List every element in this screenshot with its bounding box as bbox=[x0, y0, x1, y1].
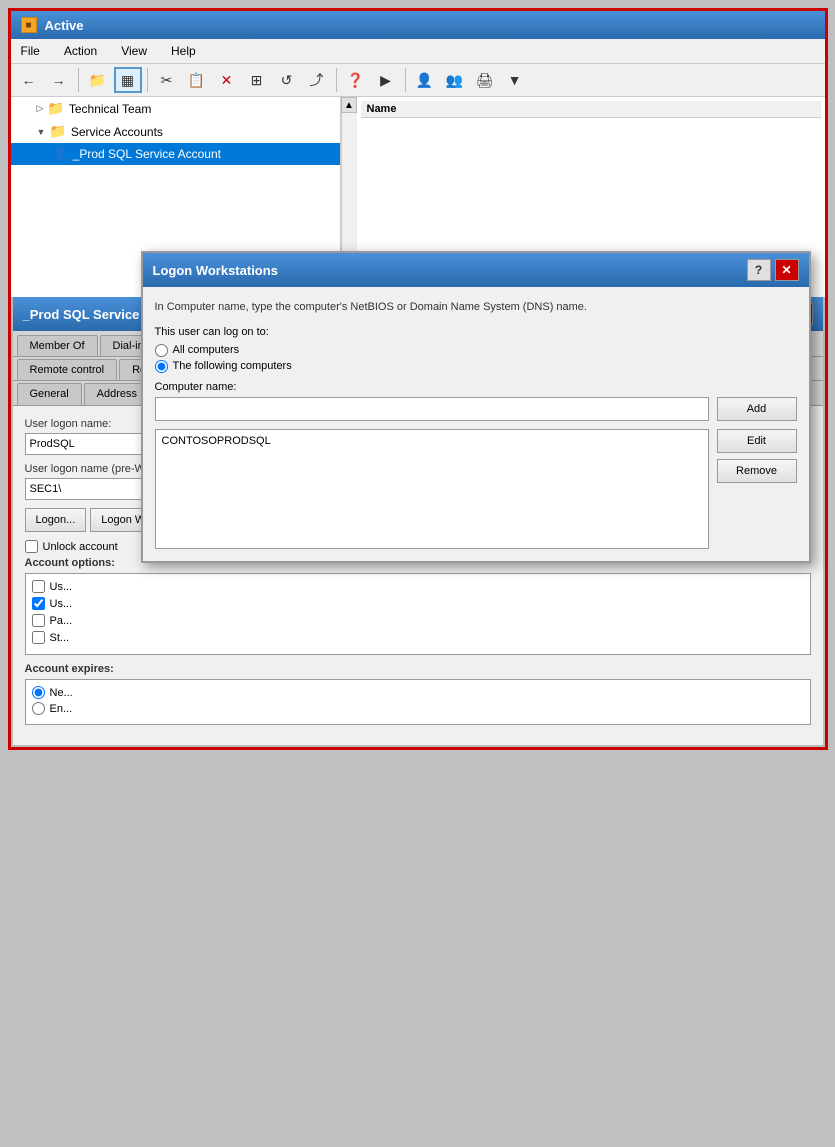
user-button[interactable]: 👤 bbox=[411, 67, 439, 93]
toolbar-sep-3 bbox=[336, 68, 337, 92]
logon-hours-button[interactable]: Logon... bbox=[25, 508, 87, 532]
account-expires-box: Ne... En... bbox=[25, 679, 811, 725]
option-label-1: Us... bbox=[50, 598, 73, 610]
new-folder-button[interactable]: 📁 bbox=[84, 67, 112, 93]
menu-help[interactable]: Help bbox=[167, 42, 200, 60]
properties-button[interactable]: ⊞ bbox=[243, 67, 271, 93]
toolbar-sep-4 bbox=[405, 68, 406, 92]
option-row-3: St... bbox=[32, 631, 804, 644]
export-button[interactable]: ⤴ bbox=[303, 67, 331, 93]
print-button[interactable]: 🖨 bbox=[471, 67, 499, 93]
copy-button[interactable]: 📋 bbox=[183, 67, 211, 93]
filter-button[interactable]: ▼ bbox=[501, 67, 529, 93]
computers-list-box[interactable]: CONTOSOPRODSQL bbox=[155, 429, 709, 549]
logon-dialog-body: In Computer name, type the computer's Ne… bbox=[143, 287, 809, 561]
list-action-buttons: Edit Remove bbox=[717, 429, 797, 549]
option-row-0: Us... bbox=[32, 580, 804, 593]
computer-list-item[interactable]: CONTOSOPRODSQL bbox=[160, 434, 704, 448]
app-title: Active bbox=[45, 18, 84, 33]
folder-icon-technical: 📁 bbox=[47, 100, 64, 117]
tree-label-prod-sql: _Prod SQL Service Account bbox=[73, 147, 221, 161]
logon-dialog-controls: ? ✕ bbox=[747, 259, 799, 281]
expires-never-label: Ne... bbox=[50, 687, 73, 699]
forward-button[interactable]: → bbox=[45, 67, 73, 93]
computer-name-row: Add bbox=[155, 397, 797, 421]
tab-remote-control[interactable]: Remote control bbox=[17, 359, 118, 380]
all-computers-label: All computers bbox=[173, 344, 240, 356]
delete-button[interactable]: ✕ bbox=[213, 67, 241, 93]
unlock-checkbox[interactable] bbox=[25, 540, 38, 553]
logon-to-label: This user can log on to: bbox=[155, 326, 797, 338]
cut-button[interactable]: ✂ bbox=[153, 67, 181, 93]
option-checkbox-0[interactable] bbox=[32, 580, 45, 593]
following-computers-row: The following computers bbox=[155, 360, 797, 373]
folder-icon-service: 📁 bbox=[49, 123, 66, 140]
unlock-label: Unlock account bbox=[43, 541, 118, 553]
tab-member-of[interactable]: Member Of bbox=[17, 335, 98, 356]
scroll-up[interactable]: ▲ bbox=[341, 97, 357, 113]
option-label-2: Pa... bbox=[50, 615, 73, 627]
option-checkbox-2[interactable] bbox=[32, 614, 45, 627]
user-logon-pre-input[interactable] bbox=[25, 478, 145, 500]
tree-label-service-accounts: Service Accounts bbox=[71, 125, 163, 139]
option-checkbox-3[interactable] bbox=[32, 631, 45, 644]
edit-button[interactable]: Edit bbox=[717, 429, 797, 453]
tree-item-technical-team[interactable]: ▷ 📁 Technical Team bbox=[11, 97, 340, 120]
following-computers-label: The following computers bbox=[173, 360, 292, 372]
option-row-2: Pa... bbox=[32, 614, 804, 627]
expires-end-row: En... bbox=[32, 702, 804, 715]
tree-item-prod-sql[interactable]: 👤 _Prod SQL Service Account bbox=[11, 143, 340, 165]
all-computers-row: All computers bbox=[155, 344, 797, 357]
main-window: ■ Active File Action View Help ← → 📁 ▦ ✂… bbox=[8, 8, 828, 750]
expires-end-radio[interactable] bbox=[32, 702, 45, 715]
expires-end-label: En... bbox=[50, 703, 73, 715]
computer-list-area: CONTOSOPRODSQL Edit Remove bbox=[155, 429, 797, 549]
tree-item-service-accounts[interactable]: ▼ 📁 Service Accounts bbox=[11, 120, 340, 143]
title-bar: ■ Active bbox=[11, 11, 825, 39]
expires-never-row: Ne... bbox=[32, 686, 804, 699]
account-expires-section-label: Account expires: bbox=[25, 663, 811, 675]
logon-dialog-title-bar: Logon Workstations ? ✕ bbox=[143, 253, 809, 287]
logon-help-button[interactable]: ? bbox=[747, 259, 771, 281]
following-computers-radio[interactable] bbox=[155, 360, 168, 373]
expand-arrow-technical: ▷ bbox=[37, 103, 44, 114]
tab-general[interactable]: General bbox=[17, 383, 82, 405]
toolbar-sep-1 bbox=[78, 68, 79, 92]
menu-bar: File Action View Help bbox=[11, 39, 825, 64]
refresh-button[interactable]: ↺ bbox=[273, 67, 301, 93]
view-detail-button[interactable]: ▦ bbox=[114, 67, 142, 93]
expires-never-radio[interactable] bbox=[32, 686, 45, 699]
logon-close-button[interactable]: ✕ bbox=[775, 259, 799, 281]
toolbar-sep-2 bbox=[147, 68, 148, 92]
app-icon: ■ bbox=[21, 17, 37, 33]
menu-action[interactable]: Action bbox=[60, 42, 101, 60]
computer-name-input[interactable] bbox=[155, 397, 709, 421]
account-options-box: Us... Us... Pa... St... bbox=[25, 573, 811, 655]
user-icon-prod: 👤 bbox=[53, 146, 69, 162]
remove-button[interactable]: Remove bbox=[717, 459, 797, 483]
option-checkbox-1[interactable] bbox=[32, 597, 45, 610]
add-button[interactable]: Add bbox=[717, 397, 797, 421]
option-label-0: Us... bbox=[50, 581, 73, 593]
run-button[interactable]: ▶ bbox=[372, 67, 400, 93]
all-computers-radio[interactable] bbox=[155, 344, 168, 357]
users-button[interactable]: 👥 bbox=[441, 67, 469, 93]
menu-view[interactable]: View bbox=[117, 42, 151, 60]
toolbar: ← → 📁 ▦ ✂ 📋 ✕ ⊞ ↺ ⤴ ❓ ▶ 👤 👥 🖨 ▼ bbox=[11, 64, 825, 97]
detail-header: Name bbox=[361, 101, 821, 118]
back-button[interactable]: ← bbox=[15, 67, 43, 93]
logon-workstations-dialog: Logon Workstations ? ✕ In Computer name,… bbox=[141, 251, 811, 563]
logon-dialog-title-text: Logon Workstations bbox=[153, 263, 278, 278]
option-row-1: Us... bbox=[32, 597, 804, 610]
menu-file[interactable]: File bbox=[17, 42, 44, 60]
tree-label-technical-team: Technical Team bbox=[69, 102, 152, 116]
logon-info-text: In Computer name, type the computer's Ne… bbox=[155, 299, 797, 316]
computer-name-label: Computer name: bbox=[155, 381, 797, 393]
expand-arrow-service: ▼ bbox=[37, 127, 46, 137]
help-button[interactable]: ❓ bbox=[342, 67, 370, 93]
option-label-3: St... bbox=[50, 632, 70, 644]
